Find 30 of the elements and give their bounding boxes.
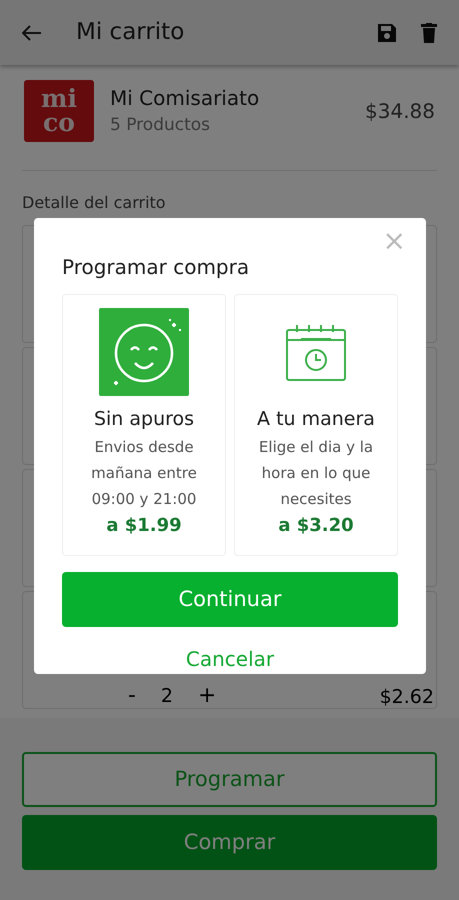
option-title: Sin apuros [94, 407, 194, 432]
option-description: Envios desde mañana entre 09:00 y 21:00 [90, 436, 198, 510]
option-title: A tu manera [257, 407, 375, 432]
product-count: 5 Productos [110, 114, 212, 138]
smiley-icon [99, 308, 189, 396]
screen-title: Mi carrito [76, 18, 186, 48]
trash-icon[interactable] [421, 22, 437, 42]
logo-text: co [43, 111, 75, 135]
option-description: Elige el dia y la hora en lo que necesites [258, 436, 374, 510]
save-icon[interactable] [377, 22, 397, 42]
option-card[interactable]: Sin apuros Envios desde mañana entre 09:00 y 21:00 a $1.99 [62, 294, 226, 556]
option-price: a $3.20 [278, 514, 354, 538]
item-price: $2.62 [380, 686, 434, 708]
schedule-button[interactable]: Programar [22, 752, 437, 807]
back-icon[interactable] [22, 24, 42, 40]
dialog-title: Programar compra [62, 254, 250, 281]
buy-button[interactable]: Comprar [22, 815, 437, 870]
quantity-text: 2 [160, 685, 173, 707]
cancel-button[interactable]: Cancelar [180, 643, 280, 675]
cart-total: $34.88 [365, 98, 435, 125]
option-card[interactable]: A tu manera Elige el dia y la hora en lo que necesites a $3.20 [234, 294, 398, 556]
logo-text: mi [41, 87, 77, 111]
minus-button[interactable]: - [127, 684, 137, 708]
close-button[interactable]: × [376, 226, 412, 256]
calendar-clock-icon [285, 322, 347, 382]
store-name: Mi Comisariato [110, 85, 260, 112]
option-price: a $1.99 [106, 514, 182, 538]
plus-button[interactable]: + [196, 684, 218, 708]
continue-button[interactable]: Continuar [62, 572, 398, 627]
section-heading: Detalle del carrito [22, 192, 167, 214]
